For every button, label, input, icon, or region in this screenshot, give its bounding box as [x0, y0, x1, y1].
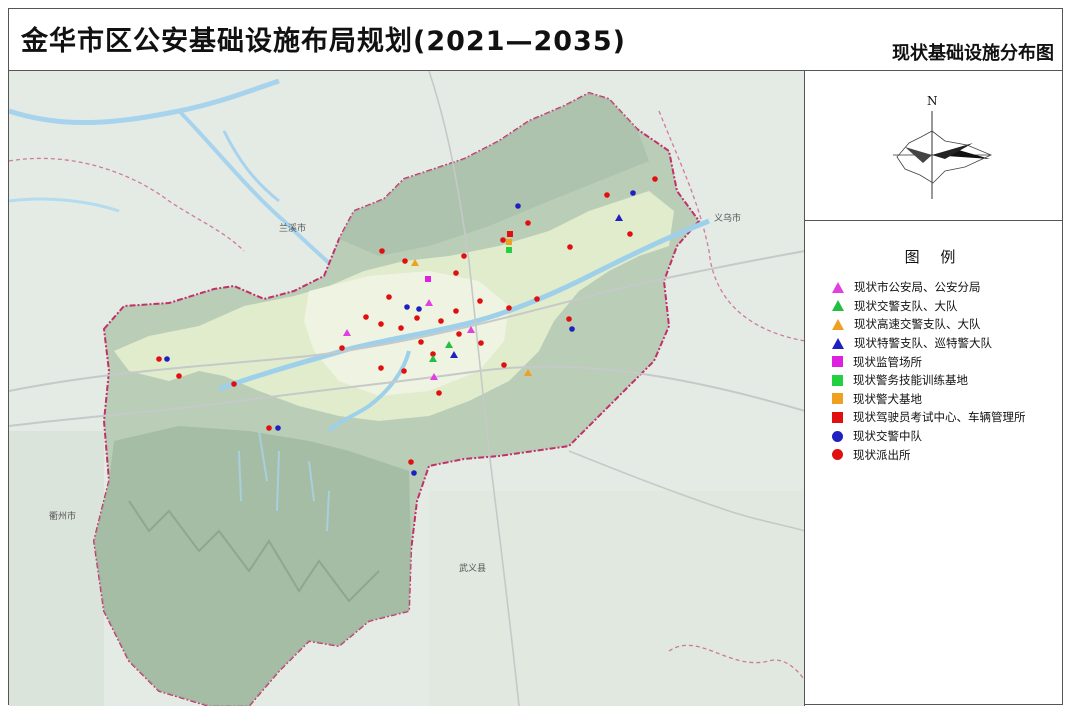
traffic-squadron-marker — [630, 190, 636, 196]
label-wuyi: 武义县 — [459, 562, 486, 574]
police-station-marker — [378, 365, 384, 371]
map-canvas: 兰溪市 义乌市 衢州市 武义县 — [9, 71, 804, 706]
police-station-marker — [525, 220, 531, 226]
police-station-marker — [398, 325, 404, 331]
legend-item: 现状交警中队 — [831, 427, 1026, 446]
police-station-marker — [176, 373, 182, 379]
legend-label: 现状驾驶员考试中心、车辆管理所 — [853, 410, 1026, 425]
legend-item: 现状交警支队、大队 — [831, 297, 1026, 316]
police-dog-base-marker — [506, 239, 512, 245]
legend-label: 现状交警支队、大队 — [854, 298, 958, 313]
traffic-squadron-marker — [569, 326, 575, 332]
legend-label: 现状高速交警支队、大队 — [854, 317, 981, 332]
legend-label: 现状交警中队 — [853, 429, 922, 444]
police-station-marker — [567, 244, 573, 250]
blue-circle-icon — [832, 430, 843, 442]
police-station-marker — [500, 237, 506, 243]
label-quzhou: 衢州市 — [49, 510, 76, 522]
police-station-marker — [453, 308, 459, 314]
label-yiwu: 义乌市 — [714, 212, 741, 224]
legend-item: 现状派出所 — [831, 445, 1026, 464]
police-station-marker — [414, 315, 420, 321]
legend-item: 现状警务技能训练基地 — [831, 371, 1026, 390]
map-title: 金华市区公安基础设施布局规划(2021—2035) — [21, 26, 626, 57]
label-lanxi: 兰溪市 — [279, 222, 306, 234]
legend-item: 现状特警支队、巡特警大队 — [831, 334, 1026, 353]
compass-rose: N — [805, 71, 1063, 221]
green-square-icon — [832, 374, 843, 386]
police-station-marker — [402, 258, 408, 264]
traffic-squadron-marker — [416, 306, 422, 312]
legend-list: 现状市公安局、公安分局 现状交警支队、大队 现状高速交警支队、大队 现状特警支队… — [831, 278, 1026, 464]
police-station-marker — [401, 368, 407, 374]
legend-label: 现状特警支队、巡特警大队 — [854, 336, 992, 351]
police-station-marker — [339, 345, 345, 351]
police-station-marker — [627, 231, 633, 237]
police-station-marker — [266, 425, 272, 431]
training-base-marker — [506, 247, 512, 253]
legend-title: 图 例 — [904, 248, 964, 266]
red-circle-icon — [832, 449, 843, 461]
police-station-marker — [652, 176, 658, 182]
map-area: 兰溪市 义乌市 衢州市 武义县 — [9, 71, 805, 706]
legend-label: 现状监管场所 — [853, 354, 922, 369]
legend-panel: N 图 例 现状市公安局、公安分局 现状交警支队、大队 现状高速交警支队、大队 … — [805, 71, 1063, 706]
police-station-marker — [461, 253, 467, 259]
police-station-marker — [566, 316, 572, 322]
legend-label: 现状派出所 — [853, 447, 911, 462]
police-station-marker — [453, 270, 459, 276]
map-frame: 金华市区公安基础设施布局规划(2021—2035) 现状基础设施分布图 兰溪市 … — [8, 8, 1063, 706]
police-station-marker — [363, 314, 369, 320]
title-bar: 金华市区公安基础设施布局规划(2021—2035) 现状基础设施分布图 — [9, 9, 1062, 71]
police-station-marker — [456, 331, 462, 337]
police-station-marker — [379, 248, 385, 254]
police-station-marker — [506, 305, 512, 311]
police-station-marker — [408, 459, 414, 465]
map-subtitle: 现状基础设施分布图 — [892, 43, 1054, 64]
legend-item: 现状监管场所 — [831, 352, 1026, 371]
detention-facility-marker — [425, 276, 431, 282]
police-station-marker — [477, 298, 483, 304]
legend-label: 现状市公安局、公安分局 — [854, 280, 981, 295]
police-station-marker — [604, 192, 610, 198]
legend-item: 现状高速交警支队、大队 — [831, 315, 1026, 334]
vehicle-admin-marker — [507, 231, 513, 237]
traffic-squadron-marker — [275, 425, 281, 431]
police-station-marker — [436, 390, 442, 396]
police-station-marker — [418, 339, 424, 345]
police-station-marker — [156, 356, 162, 362]
compass-graphic: N — [893, 94, 992, 199]
legend-item: 现状驾驶员考试中心、车辆管理所 — [831, 408, 1026, 427]
green-triangle-icon — [832, 300, 844, 312]
north-label: N — [927, 94, 938, 108]
orange-triangle-icon — [832, 318, 844, 330]
police-station-marker — [501, 362, 507, 368]
terrain-south — [429, 491, 804, 706]
magenta-square-icon — [832, 356, 843, 368]
legend-item: 现状警犬基地 — [831, 390, 1026, 409]
magenta-triangle-icon — [832, 281, 844, 293]
legend-label: 现状警犬基地 — [853, 391, 922, 406]
police-station-marker — [378, 321, 384, 327]
police-station-marker — [534, 296, 540, 302]
legend-label: 现状警务技能训练基地 — [853, 373, 968, 388]
red-square-icon — [832, 411, 843, 423]
blue-triangle-icon — [832, 337, 844, 349]
terrain-west — [9, 431, 104, 706]
traffic-squadron-marker — [164, 356, 170, 362]
police-station-marker — [438, 318, 444, 324]
traffic-squadron-marker — [404, 304, 410, 310]
police-station-marker — [478, 340, 484, 346]
orange-square-icon — [832, 393, 843, 405]
police-station-marker — [231, 381, 237, 387]
legend-item: 现状市公安局、公安分局 — [831, 278, 1026, 297]
police-station-marker — [386, 294, 392, 300]
traffic-squadron-marker — [515, 203, 521, 209]
traffic-squadron-marker — [411, 470, 417, 476]
